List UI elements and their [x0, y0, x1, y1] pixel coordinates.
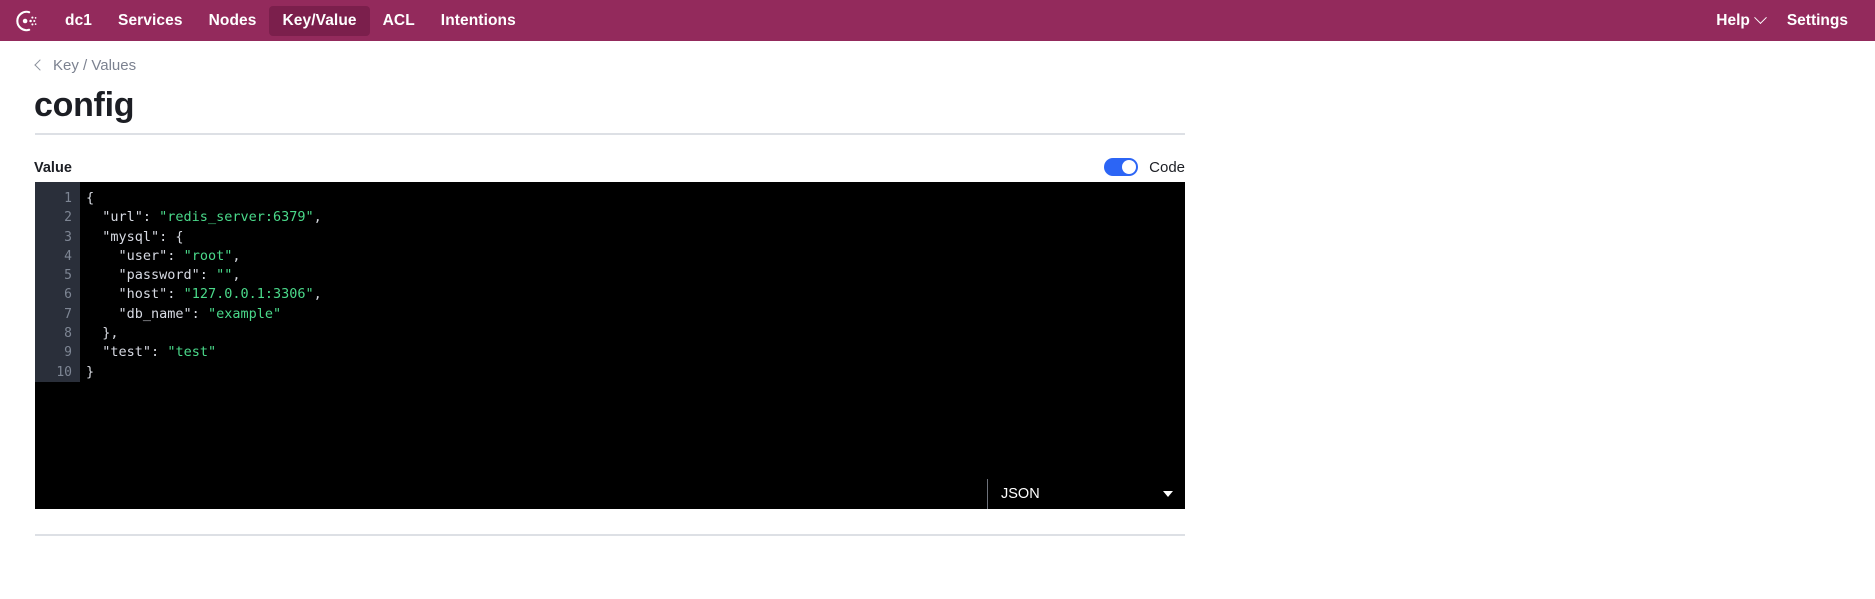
- editor-line-number: 8: [64, 326, 72, 342]
- editor-line: 1{: [35, 189, 1185, 208]
- editor-line-text: "password": "",: [118, 267, 241, 284]
- editor-language-label: JSON: [1001, 486, 1040, 502]
- editor-line-number: 4: [64, 248, 72, 264]
- editor-line-text: "host": "127.0.0.1:3306",: [118, 286, 322, 303]
- nav-item-dc1[interactable]: dc1: [52, 6, 105, 36]
- settings-link[interactable]: Settings: [1787, 12, 1848, 30]
- editor-line: 7 "db_name": "example": [35, 305, 1185, 324]
- editor-line-number: 1: [64, 191, 72, 206]
- breadcrumb-label: Key / Values: [53, 57, 137, 74]
- editor-line-number: 5: [64, 268, 72, 284]
- editor-line-number: 2: [64, 210, 72, 226]
- settings-label: Settings: [1786, 11, 1848, 29]
- editor-language-select[interactable]: JSON: [987, 479, 1185, 509]
- main-navbar: dc1 Services Nodes Key/Value ACL Intenti…: [0, 0, 1875, 41]
- editor-line-text: "url": "redis_server:6379",: [102, 209, 322, 226]
- page-title: config: [34, 86, 135, 124]
- navbar-right-group: Help Settings: [1716, 11, 1875, 30]
- editor-line-number: 3: [64, 229, 72, 245]
- editor-line-text: },: [86, 325, 119, 342]
- editor-line-text: "user": "root",: [118, 247, 241, 264]
- navbar-items: dc1 Services Nodes Key/Value ACL Intenti…: [52, 5, 529, 36]
- editor-line: 9 "test": "test": [35, 343, 1185, 362]
- triangle-down-icon: [1163, 491, 1173, 497]
- help-menu[interactable]: Help: [1716, 11, 1767, 30]
- editor-line-text: }: [86, 363, 95, 380]
- nav-item-acl[interactable]: ACL: [370, 6, 428, 36]
- editor-code-lines[interactable]: 1{2 "url": "redis_server:6379", 3 "mysql"…: [35, 189, 1185, 382]
- title-divider: [35, 133, 1185, 135]
- consul-logo-icon[interactable]: [0, 0, 52, 41]
- value-code-editor[interactable]: 1{2 "url": "redis_server:6379", 3 "mysql"…: [35, 182, 1185, 509]
- editor-line-number: 10: [56, 364, 72, 380]
- nav-item-nodes[interactable]: Nodes: [196, 6, 270, 36]
- toggle-knob: [1122, 160, 1137, 174]
- consul-kv-edit-page: dc1 Services Nodes Key/Value ACL Intenti…: [0, 0, 1875, 599]
- editor-line-number: 6: [64, 287, 72, 303]
- chevron-down-icon: [1753, 11, 1767, 25]
- editor-line: 10}: [35, 363, 1185, 382]
- help-label: Help: [1716, 11, 1750, 29]
- code-toggle-label: Code: [1149, 158, 1185, 176]
- nav-item-services[interactable]: Services: [105, 6, 196, 36]
- nav-item-key-value[interactable]: Key/Value: [269, 5, 370, 36]
- nav-item-intentions[interactable]: Intentions: [428, 6, 529, 36]
- editor-line: 6 "host": "127.0.0.1:3306",: [35, 285, 1185, 304]
- editor-line: 2 "url": "redis_server:6379",: [35, 208, 1185, 227]
- editor-line: 5 "password": "",: [35, 266, 1185, 285]
- editor-line-text: "db_name": "example": [118, 305, 282, 322]
- editor-line-text: "test": "test": [102, 344, 217, 361]
- editor-line-number: 9: [64, 345, 72, 361]
- footer-divider: [35, 534, 1185, 536]
- value-field-label: Value: [34, 160, 72, 176]
- code-toggle-group: Code: [1104, 158, 1185, 176]
- editor-line-text: "mysql": {: [102, 228, 184, 245]
- editor-line: 8 },: [35, 324, 1185, 343]
- chevron-left-icon: [34, 58, 46, 71]
- code-toggle-switch[interactable]: [1104, 158, 1139, 176]
- editor-line-number: 7: [64, 306, 72, 322]
- editor-line-text: {: [86, 190, 95, 206]
- editor-line: 4 "user": "root",: [35, 247, 1185, 266]
- breadcrumb[interactable]: Key / Values: [34, 57, 137, 74]
- editor-line: 3 "mysql": {: [35, 228, 1185, 247]
